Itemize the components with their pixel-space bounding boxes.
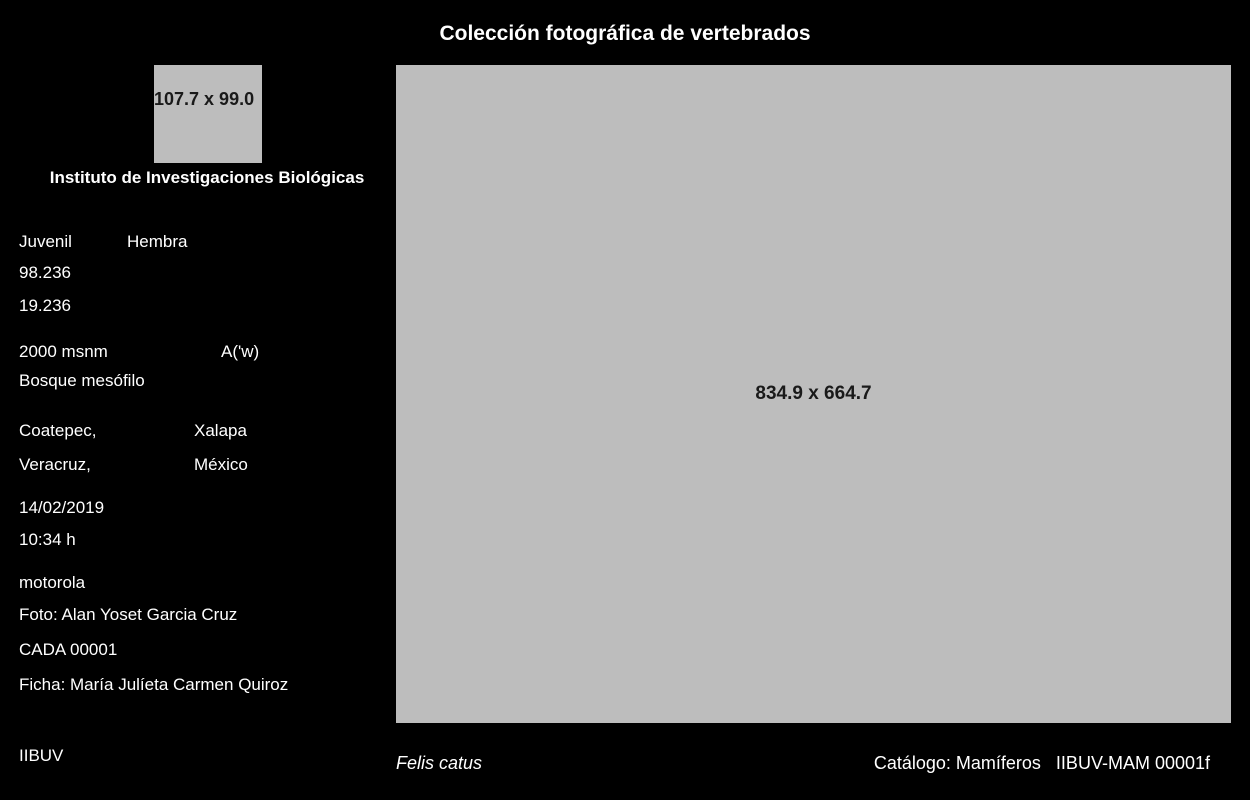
- organization-label: IIBUV: [19, 746, 64, 765]
- sex-value: Hembra: [127, 232, 188, 251]
- specimen-photo-placeholder: 834.9 x 664.7: [396, 65, 1231, 723]
- institute-logo-placeholder: 107.7 x 99.0: [154, 65, 262, 163]
- species-name: Felis catus: [396, 753, 483, 773]
- longitude-value: 98.236: [19, 263, 71, 282]
- record-author: Ficha: María Julíeta Carmen Quiroz: [19, 675, 289, 694]
- vegetation-value: Bosque mesófilo: [19, 371, 145, 390]
- state-value: Veracruz,: [19, 455, 91, 474]
- collection-id: CADA 00001: [19, 640, 118, 659]
- locality-value: Coatepec,: [19, 421, 97, 440]
- altitude-value: 2000 msnm: [19, 342, 108, 361]
- institute-name: Instituto de Investigaciones Biológicas: [49, 168, 365, 187]
- camera-value: motorola: [19, 573, 86, 592]
- climate-value: A('w): [221, 342, 260, 361]
- time-value: 10:34 h: [19, 530, 76, 549]
- age-value: Juvenil: [19, 232, 72, 251]
- photographer-credit: Foto: Alan Yoset Garcia Cruz: [19, 605, 238, 624]
- country-value: México: [194, 455, 248, 474]
- catalog-number: Catálogo: Mamíferos IIBUV-MAM 00001f: [873, 753, 1210, 773]
- municipality-value: Xalapa: [194, 421, 247, 440]
- latitude-value: 19.236: [19, 296, 71, 315]
- page-title: Colección fotográfica de vertebrados: [439, 22, 811, 45]
- date-value: 14/02/2019: [19, 498, 105, 517]
